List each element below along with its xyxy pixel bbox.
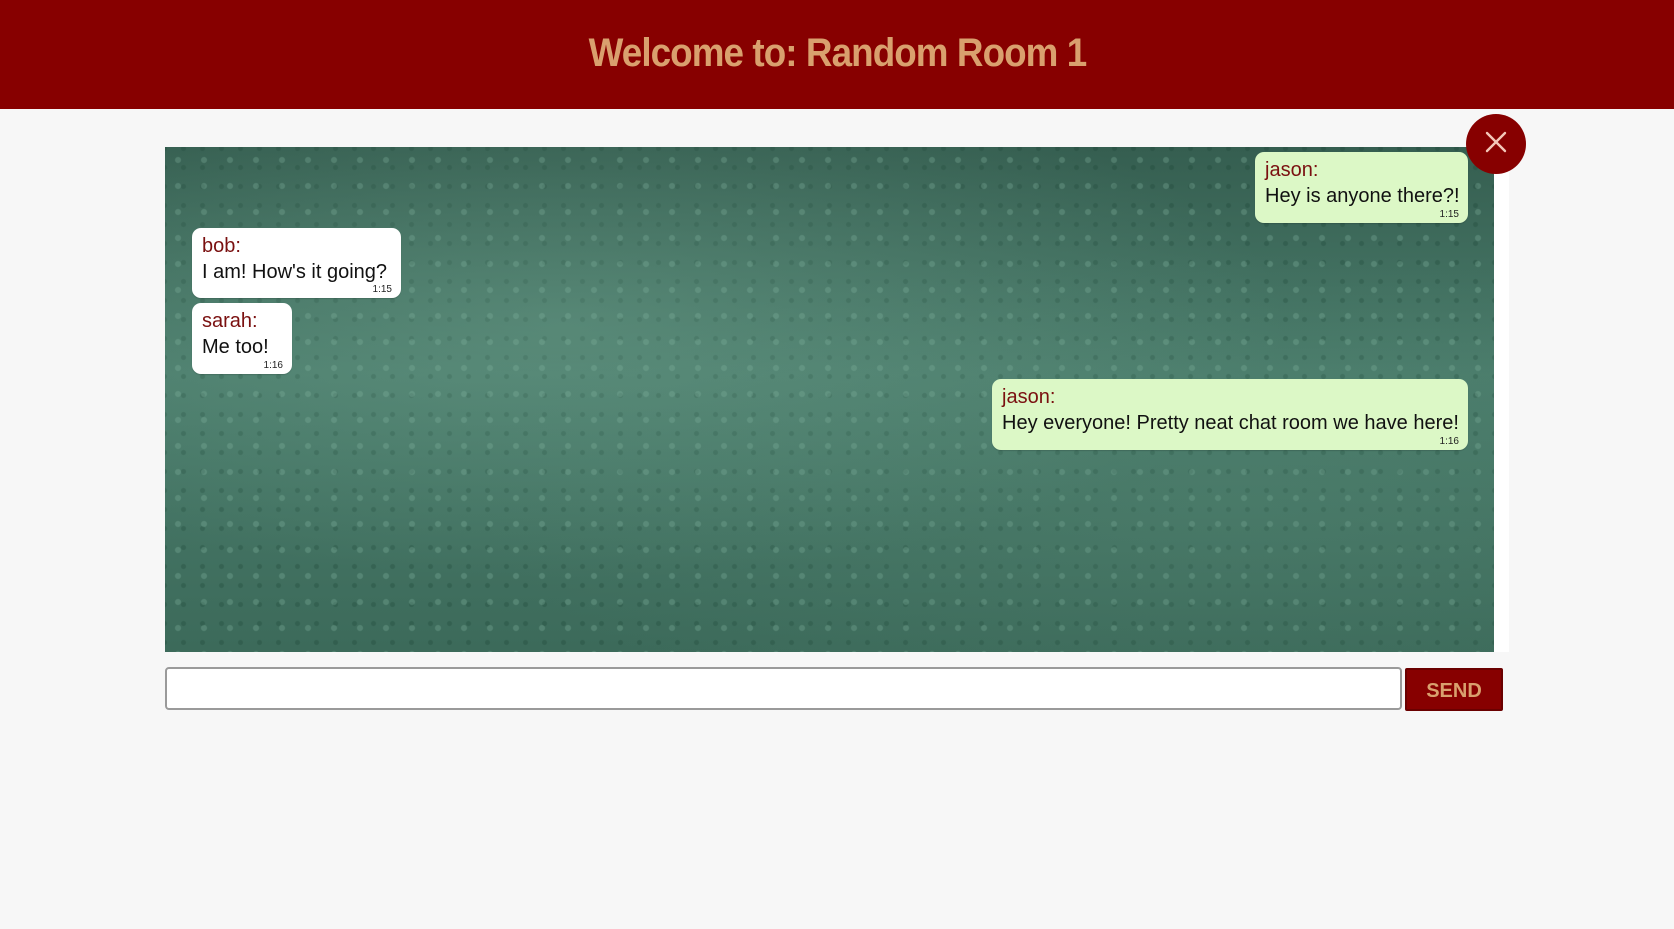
message-author: jason: xyxy=(1002,386,1056,408)
app-header: Welcome to: Random Room 1 xyxy=(0,0,1674,109)
scrollbar-track[interactable] xyxy=(1494,147,1509,652)
message-author: bob: xyxy=(202,235,241,257)
message-time: 1:16 xyxy=(1439,436,1459,447)
message-bubble: jason: Hey everyone! Pretty neat chat ro… xyxy=(992,379,1468,450)
message-author: jason: xyxy=(1265,159,1319,181)
send-button[interactable]: SEND xyxy=(1405,668,1503,711)
chat-messages-area[interactable]: jason: Hey is anyone there?! 1:15 bob: I… xyxy=(165,147,1494,652)
message-input[interactable] xyxy=(165,667,1402,710)
message-bubble: jason: Hey is anyone there?! 1:15 xyxy=(1255,152,1468,223)
message-text: Me too! xyxy=(202,336,269,358)
message-text: Hey everyone! Pretty neat chat room we h… xyxy=(1002,412,1459,434)
message-bubble: sarah: Me too! 1:16 xyxy=(192,303,292,374)
message-text: Hey is anyone there?! xyxy=(1265,185,1460,207)
message-time: 1:15 xyxy=(1439,209,1459,220)
message-author: sarah: xyxy=(202,310,258,332)
message-bubble: bob: I am! How's it going? 1:15 xyxy=(192,228,401,298)
room-title: Welcome to: Random Room 1 xyxy=(588,31,1087,75)
message-time: 1:16 xyxy=(263,360,283,371)
message-text: I am! How's it going? xyxy=(202,261,388,283)
close-button[interactable] xyxy=(1466,114,1526,174)
close-icon xyxy=(1484,130,1508,159)
message-time: 1:15 xyxy=(372,284,392,295)
